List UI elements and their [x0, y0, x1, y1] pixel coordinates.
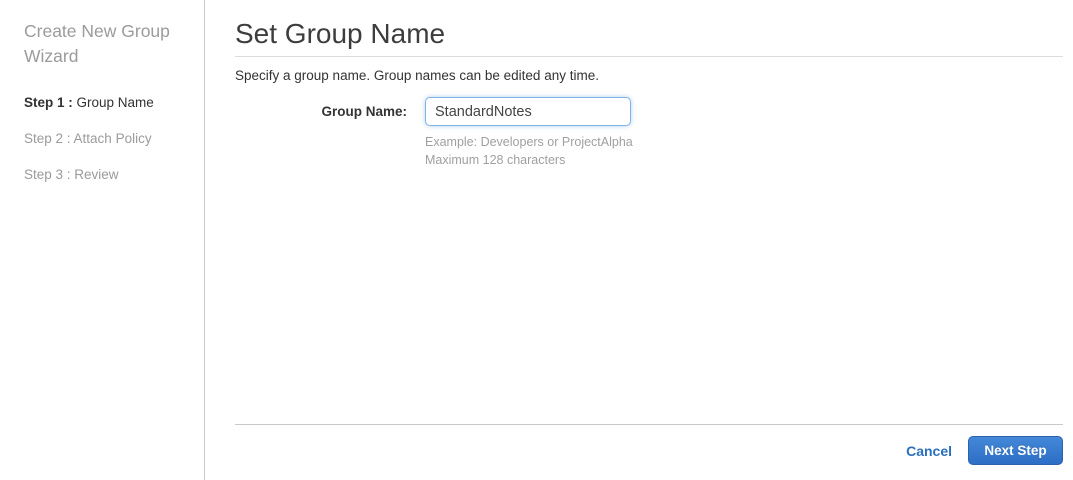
step-1-group-name: Step 1 : Group Name [24, 95, 184, 111]
wizard-footer: Cancel Next Step [235, 424, 1063, 465]
step-2-label: Attach Policy [73, 131, 152, 146]
group-name-form-row: Group Name: [235, 97, 1063, 126]
wizard-sidebar: Create New Group Wizard Step 1 : Group N… [0, 0, 205, 480]
next-step-button[interactable]: Next Step [968, 436, 1063, 465]
cancel-link[interactable]: Cancel [906, 443, 952, 459]
wizard-steps: Step 1 : Group Name Step 2 : Attach Poli… [24, 95, 184, 183]
step-2-prefix: Step 2 : [24, 131, 74, 146]
hint-max-characters: Maximum 128 characters [425, 153, 566, 167]
page-description: Specify a group name. Group names can be… [235, 68, 599, 83]
page-title: Set Group Name [235, 18, 446, 49]
hint-example: Example: Developers or ProjectAlpha [425, 135, 633, 149]
step-1-prefix: Step 1 : [24, 95, 77, 110]
step-2-attach-policy: Step 2 : Attach Policy [24, 131, 184, 147]
wizard-title: Create New Group Wizard [24, 21, 170, 66]
title-divider [235, 56, 1063, 57]
step-3-label: Review [74, 167, 119, 182]
step-3-prefix: Step 3 : [24, 167, 75, 182]
step-1-label: Group Name [76, 95, 154, 110]
step-3-review: Step 3 : Review [24, 167, 184, 183]
main-panel: Set Group Name Specify a group name. Gro… [235, 0, 1063, 480]
group-name-hints: Example: Developers or ProjectAlpha Maxi… [425, 133, 1063, 169]
group-name-label: Group Name: [321, 104, 407, 119]
group-name-input[interactable] [425, 97, 631, 126]
